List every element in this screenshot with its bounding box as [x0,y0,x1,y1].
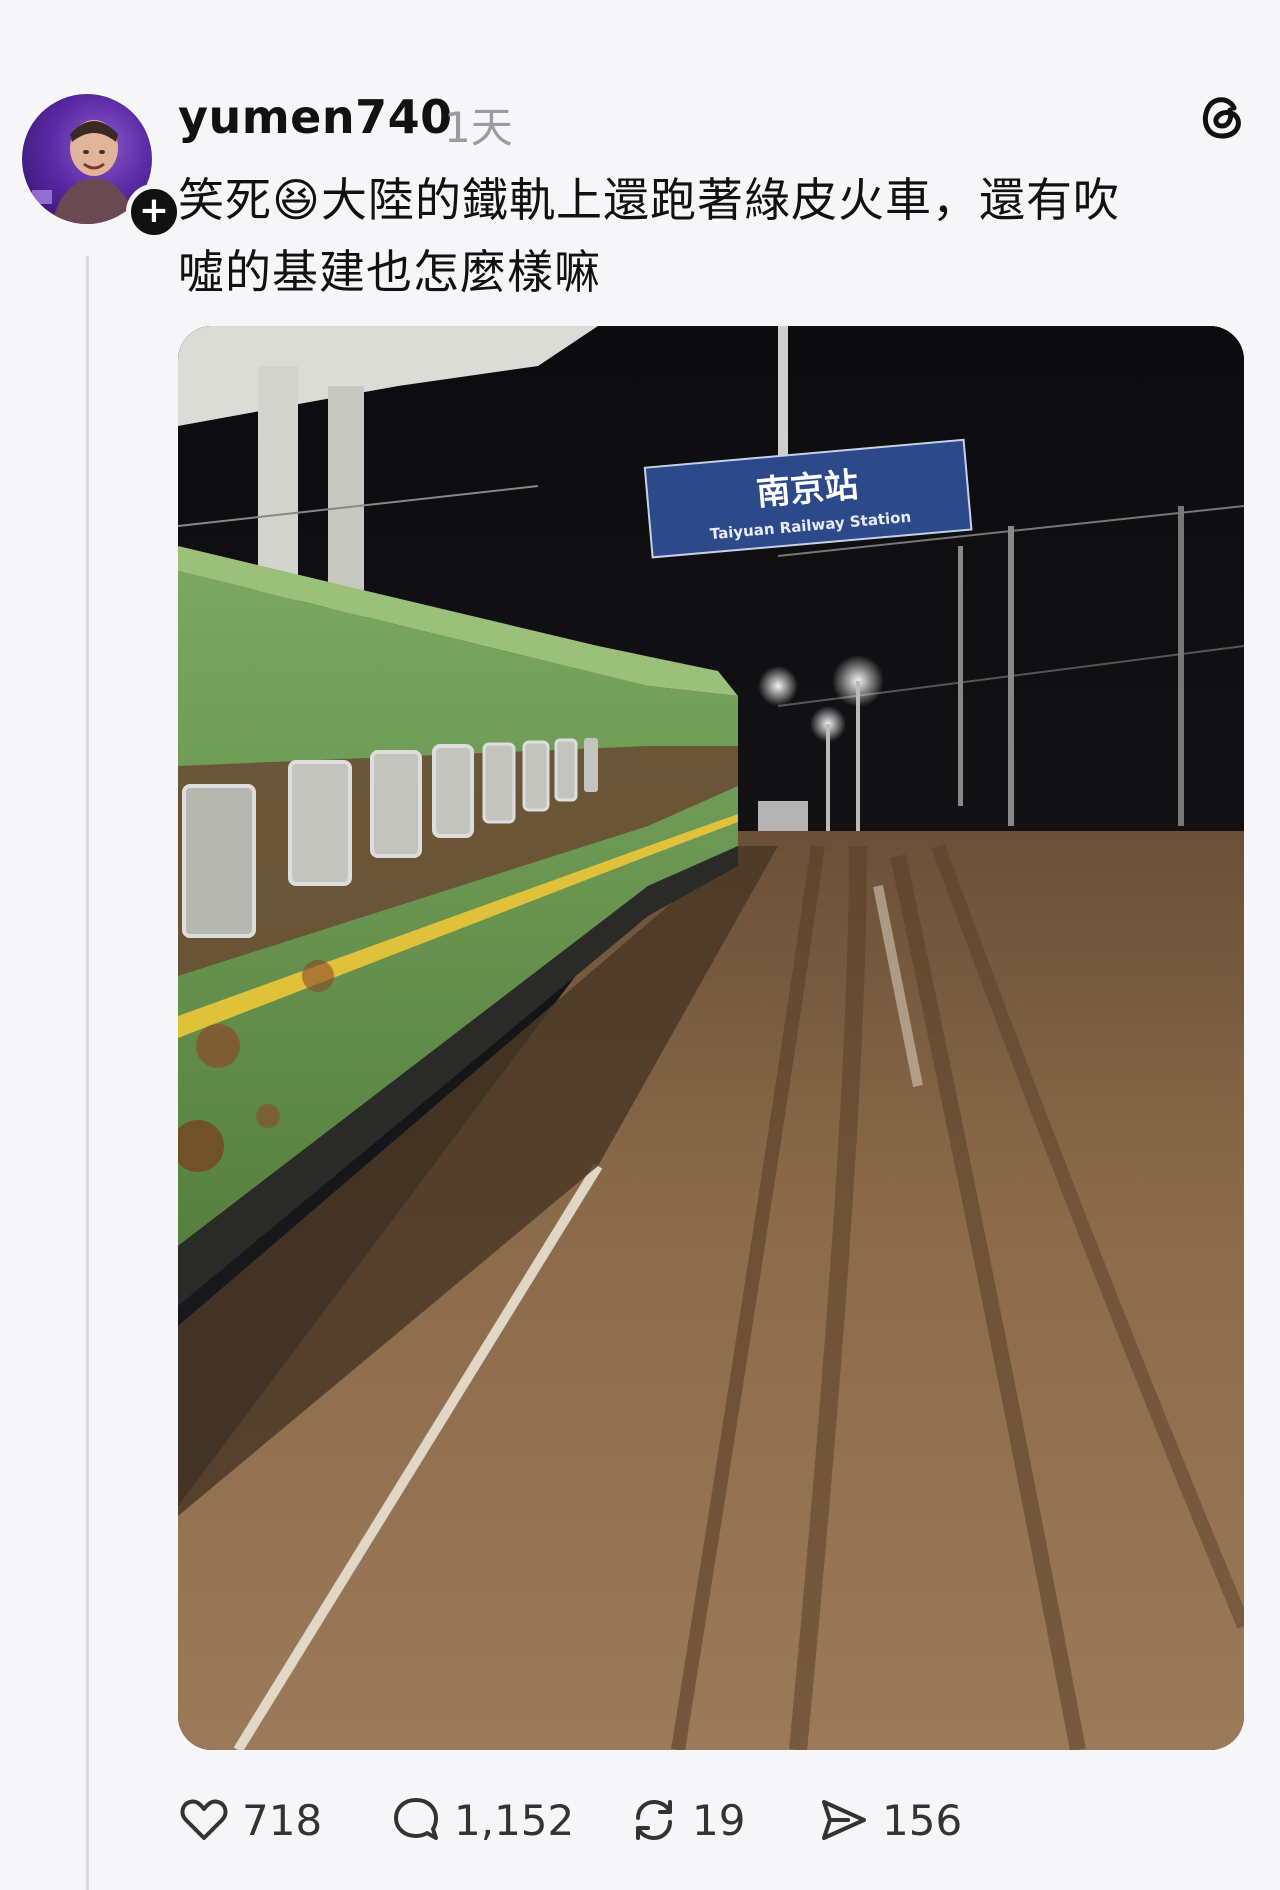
repost-count: 19 [692,1795,746,1845]
post-timestamp[interactable]: 1天 [444,94,513,155]
post-image[interactable]: 南京站 Taiyuan Railway Station [178,326,1244,1750]
avatar-container[interactable]: + [22,94,182,240]
post-caption: 笑死😆大陸的鐵軌上還跑著綠皮火車，還有吹 噓的基建也怎麼樣嘛 [178,164,1238,308]
caption-line-2: 噓的基建也怎麼樣嘛 [178,245,601,299]
post-actions-bar: 718 1,152 19 156 [178,1790,1238,1850]
like-count: 718 [242,1795,323,1845]
username[interactable]: yumen740 [178,90,453,144]
thread-connector-line [86,256,89,1890]
repost-icon [636,1799,672,1841]
follow-plus-icon[interactable]: + [126,184,182,240]
like-button[interactable]: 718 [178,1790,322,1850]
comment-icon [394,1798,438,1840]
thread-post: + yumen740 1天 笑死😆大陸的鐵軌上還跑著綠皮火車，還有吹 噓的基建也… [0,0,1280,1890]
share-icon [822,1800,866,1840]
reply-button[interactable]: 1,152 [390,1790,574,1850]
caption-line-1: 笑死😆大陸的鐵軌上還跑著綠皮火車，還有吹 [178,173,1120,227]
share-button[interactable]: 156 [818,1790,962,1850]
share-count: 156 [882,1795,963,1845]
threads-logo-icon[interactable] [1194,88,1250,144]
repost-button[interactable]: 19 [628,1790,745,1850]
reply-count: 1,152 [454,1795,575,1845]
heart-icon [180,1799,228,1840]
platform-light [758,666,798,706]
